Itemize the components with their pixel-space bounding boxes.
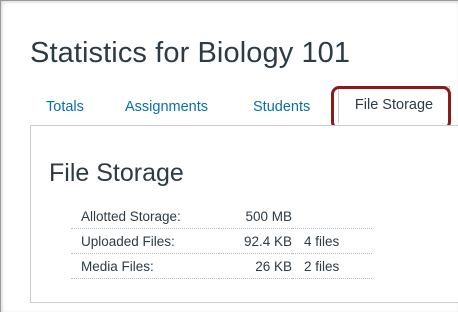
table-row: Uploaded Files: 92.4 KB 4 files — [71, 228, 372, 254]
tab-totals[interactable]: Totals — [46, 87, 84, 127]
table-row: Media Files: 26 KB 2 files — [71, 253, 372, 279]
row-size: 500 MB — [219, 204, 292, 229]
row-label: Allotted Storage: — [71, 204, 219, 229]
statistics-tabs: Totals Assignments Students File Storage — [30, 86, 458, 127]
row-size: 26 KB — [219, 253, 292, 279]
panel-title: File Storage — [49, 159, 184, 187]
page-title: Statistics for Biology 101 — [30, 37, 351, 69]
tab-students[interactable]: Students — [253, 87, 310, 127]
tab-assignments[interactable]: Assignments — [125, 87, 208, 127]
row-size: 92.4 KB — [219, 228, 292, 254]
row-files: 2 files — [292, 253, 372, 279]
file-storage-panel: File Storage Allotted Storage: 500 MB Up… — [30, 125, 458, 303]
storage-table: Allotted Storage: 500 MB Uploaded Files:… — [71, 204, 372, 279]
row-label: Uploaded Files: — [71, 228, 219, 254]
app-frame: Statistics for Biology 101 Totals Assign… — [0, 0, 458, 312]
tab-file-storage[interactable]: File Storage — [338, 86, 450, 123]
row-files — [292, 204, 372, 229]
table-row: Allotted Storage: 500 MB — [71, 204, 372, 229]
row-label: Media Files: — [71, 253, 219, 279]
row-files: 4 files — [292, 228, 372, 254]
